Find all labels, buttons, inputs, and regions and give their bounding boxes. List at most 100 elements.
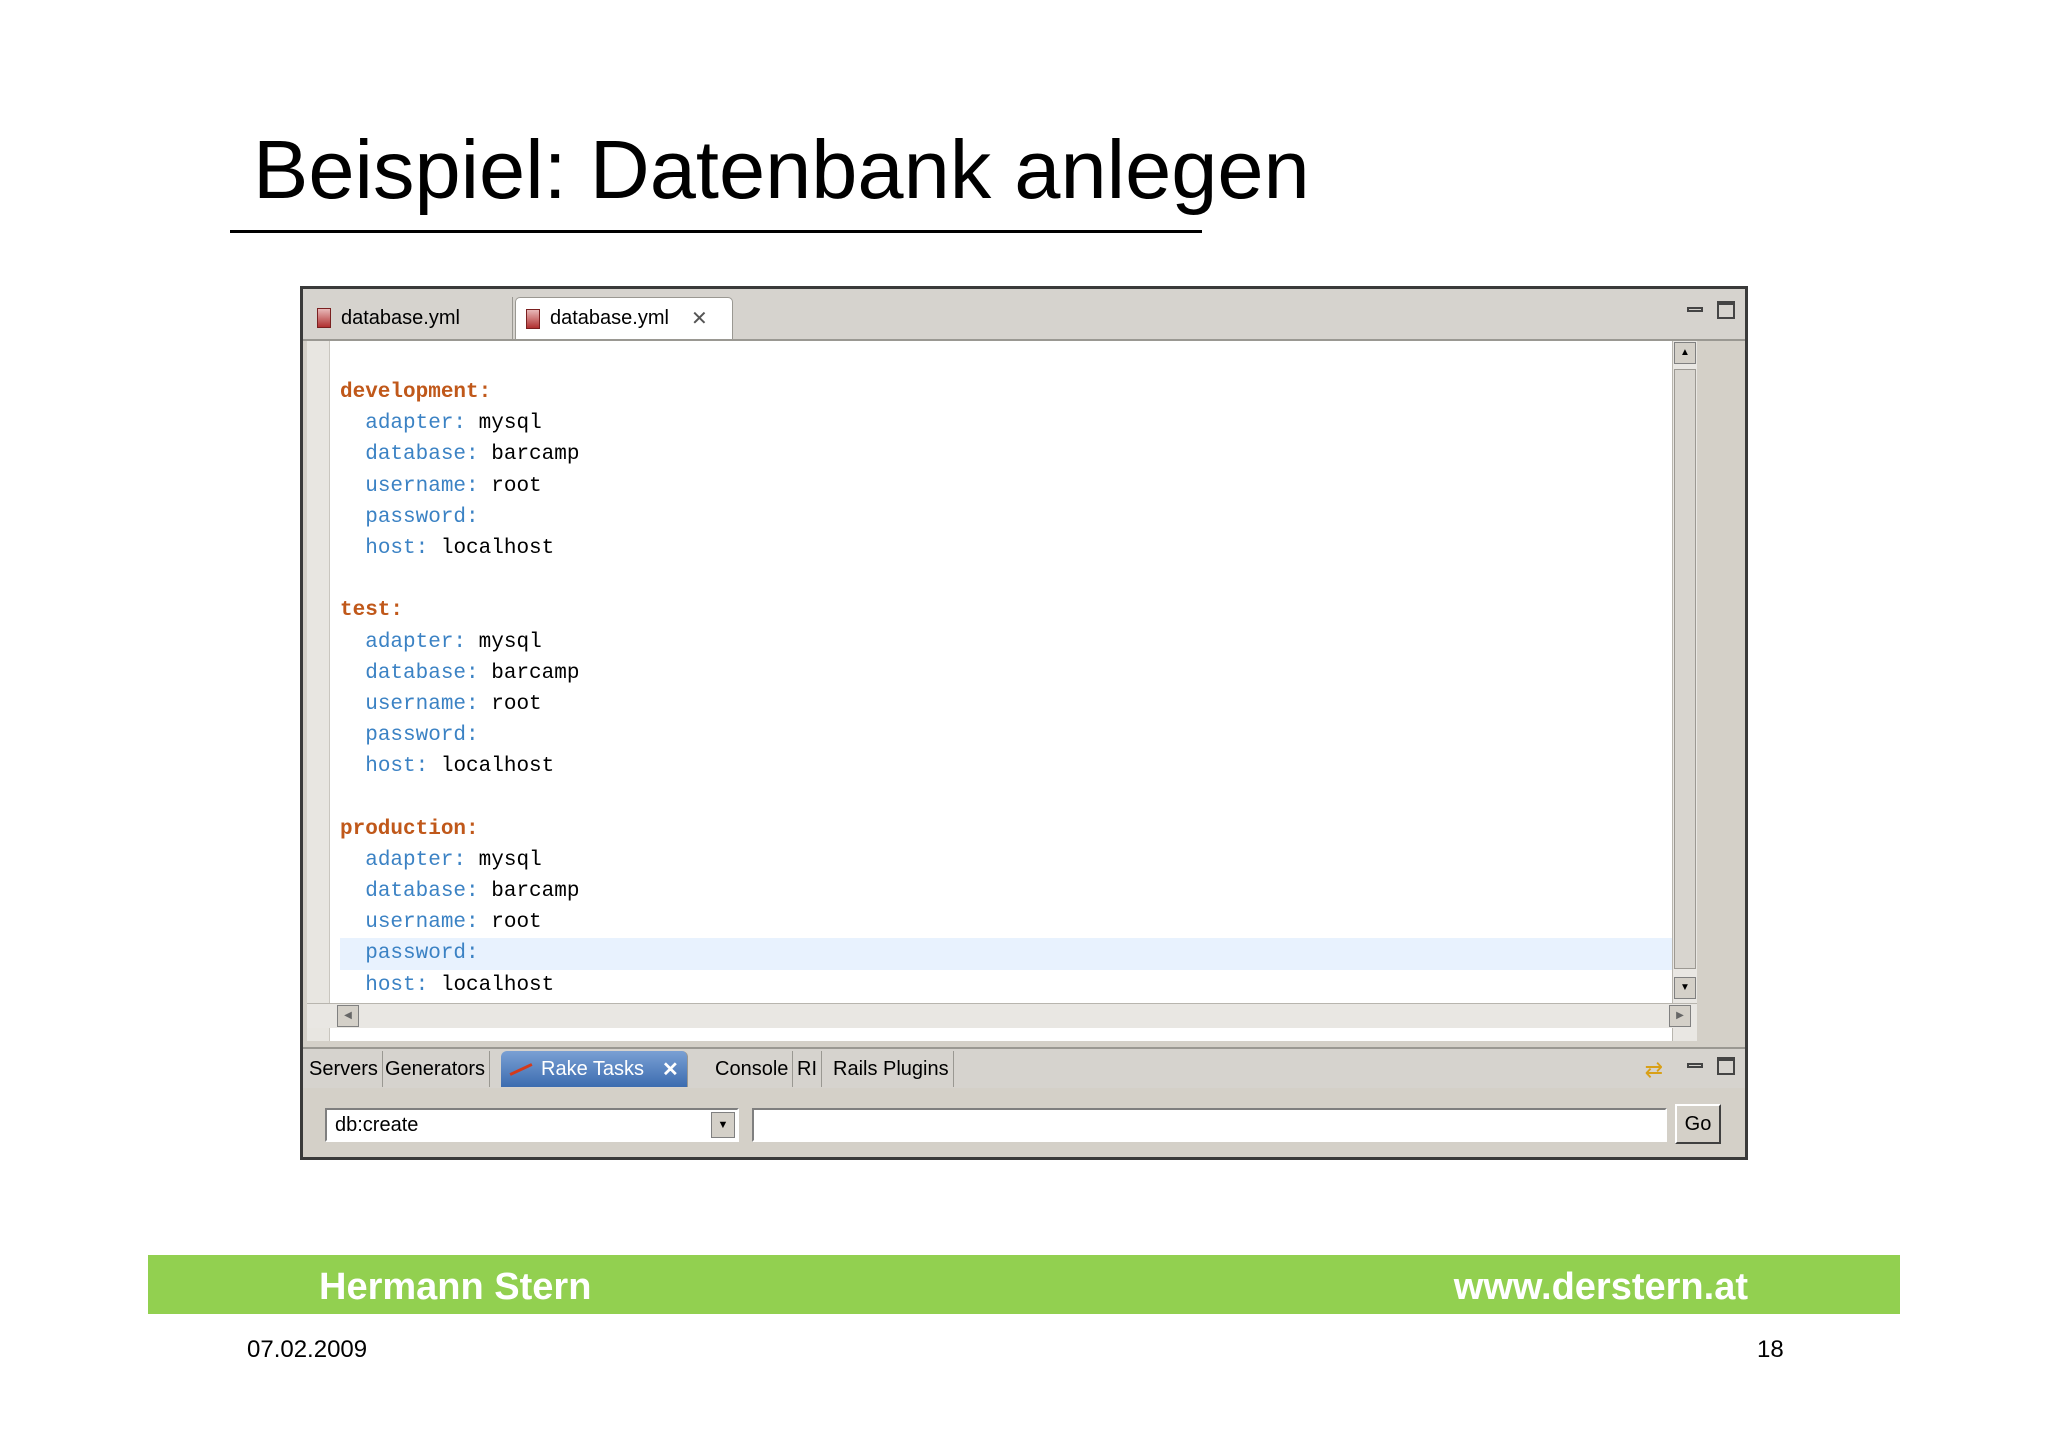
code-line[interactable]: adapter: mysql — [340, 627, 1697, 658]
tab-ri[interactable]: RI — [793, 1051, 822, 1087]
scroll-up-arrow-icon[interactable]: ▲ — [1674, 342, 1696, 364]
yaml-key: adapter: — [365, 848, 467, 872]
vertical-scrollbar[interactable]: ▲ ▼ — [1672, 341, 1697, 1041]
yml-file-icon — [526, 308, 540, 329]
close-icon[interactable]: ✕ — [662, 1057, 679, 1082]
tab-label: Console — [715, 1057, 789, 1080]
yaml-value: barcamp — [491, 443, 580, 467]
code-line[interactable]: test: — [340, 595, 1697, 626]
code-line-current[interactable]: password: — [340, 938, 1697, 970]
code-line[interactable] — [340, 782, 1697, 813]
rake-task-value: db:create — [335, 1114, 419, 1136]
yaml-value: localhost — [440, 536, 555, 560]
yaml-key: database: — [365, 661, 479, 685]
yaml-section-key: development: — [340, 381, 492, 404]
editor-ruler — [307, 341, 330, 1041]
rake-task-arguments-input[interactable] — [752, 1108, 1667, 1142]
scroll-right-arrow-icon[interactable]: ▶ — [1669, 1005, 1691, 1027]
ide-window: database.yml database.yml ✕ development:… — [300, 286, 1748, 1160]
page-number: 18 — [1757, 1336, 1784, 1363]
editor-tab-database-yml-2[interactable]: database.yml ✕ — [515, 297, 733, 339]
rake-icon — [509, 1062, 533, 1076]
yaml-value: root — [491, 474, 542, 498]
dropdown-arrow-icon[interactable]: ▼ — [711, 1112, 735, 1138]
code-line[interactable]: username: root — [340, 689, 1697, 720]
yaml-key: username: — [365, 911, 479, 935]
code-line[interactable]: password: — [340, 502, 1697, 533]
scrollbar-thumb[interactable] — [1674, 369, 1696, 969]
footer-author: Hermann Stern — [319, 1266, 592, 1308]
tab-label: Rails Plugins — [833, 1057, 949, 1080]
scroll-left-arrow-icon[interactable]: ◀ — [337, 1005, 359, 1027]
sync-icon[interactable]: ⇄ — [1645, 1057, 1663, 1083]
maximize-icon[interactable] — [1717, 1057, 1735, 1075]
tab-rails-plugins[interactable]: Rails Plugins — [829, 1051, 954, 1087]
minimize-icon[interactable] — [1687, 1063, 1703, 1068]
code-line[interactable]: database: barcamp — [340, 658, 1697, 689]
yaml-value: localhost — [440, 755, 555, 779]
yml-file-icon — [317, 308, 331, 328]
code-line[interactable]: database: barcamp — [340, 439, 1697, 470]
code-line[interactable]: password: — [340, 720, 1697, 751]
code-line[interactable]: username: root — [340, 907, 1697, 938]
footer-url: www.derstern.at — [1453, 1266, 1748, 1308]
yaml-key: adapter: — [365, 630, 467, 654]
yaml-value: root — [491, 692, 542, 716]
rake-task-select[interactable]: db:create ▼ — [325, 1108, 739, 1142]
yaml-key: host: — [365, 536, 429, 560]
yaml-value: mysql — [478, 630, 542, 654]
tab-label: Servers — [309, 1057, 378, 1080]
slide-date: 07.02.2009 — [247, 1336, 368, 1363]
editor-window-controls — [1687, 301, 1735, 319]
yaml-value: localhost — [440, 973, 555, 997]
title-underline — [230, 230, 1202, 233]
code-line[interactable]: host: localhost — [340, 533, 1697, 564]
code-line[interactable]: database: barcamp — [340, 876, 1697, 907]
code-line[interactable]: adapter: mysql — [340, 408, 1697, 439]
horizontal-scrollbar[interactable]: ◀ ▶ — [307, 1003, 1697, 1028]
code-content[interactable]: development: adapter: mysql database: ba… — [340, 377, 1697, 1001]
yaml-key: host: — [365, 973, 429, 997]
minimize-icon[interactable] — [1687, 307, 1703, 312]
editor-tab-database-yml-1[interactable]: database.yml — [307, 297, 513, 339]
yaml-key: database: — [365, 880, 479, 903]
yaml-value: mysql — [478, 412, 542, 436]
code-line[interactable]: host: localhost — [340, 970, 1697, 1001]
code-line[interactable]: adapter: mysql — [340, 845, 1697, 876]
yaml-value: root — [491, 911, 542, 935]
footer-bar: Hermann Stern www.derstern.at — [148, 1255, 1900, 1314]
yaml-section-key: test: — [340, 599, 404, 623]
yaml-value: barcamp — [491, 880, 580, 903]
view-window-controls — [1687, 1057, 1735, 1075]
code-line[interactable] — [340, 564, 1697, 595]
tab-rake-tasks[interactable]: Rake Tasks ✕ — [501, 1051, 688, 1087]
tab-servers[interactable]: Servers — [305, 1051, 383, 1087]
close-icon[interactable]: ✕ — [691, 306, 708, 331]
view-tab-bar: Servers Generators Rake Tasks ✕ Console … — [303, 1047, 1745, 1090]
code-line[interactable]: production: — [340, 814, 1697, 845]
code-line[interactable]: username: root — [340, 471, 1697, 502]
go-button[interactable]: Go — [1675, 1104, 1721, 1144]
yaml-key: username: — [365, 692, 479, 716]
yaml-key: adapter: — [365, 412, 467, 436]
yaml-key: password: — [365, 505, 479, 529]
yaml-key: password: — [365, 724, 479, 748]
editor-tab-label: database.yml — [341, 306, 460, 329]
yaml-key: host: — [365, 755, 429, 779]
yaml-key: password: — [365, 942, 479, 966]
tab-label: RI — [797, 1057, 817, 1080]
tab-generators[interactable]: Generators — [381, 1051, 491, 1087]
yaml-value: mysql — [478, 848, 542, 872]
tab-console[interactable]: Console — [711, 1051, 794, 1087]
rake-tasks-view: db:create ▼ Go — [303, 1088, 1745, 1157]
code-line[interactable]: host: localhost — [340, 751, 1697, 782]
yaml-key: username: — [365, 474, 479, 498]
maximize-icon[interactable] — [1717, 301, 1735, 319]
code-editor[interactable]: development: adapter: mysql database: ba… — [307, 341, 1697, 1041]
yaml-section-key: production: — [340, 817, 479, 841]
code-line[interactable]: development: — [340, 377, 1697, 408]
yaml-value: barcamp — [491, 661, 580, 685]
yaml-key: database: — [365, 443, 479, 467]
scroll-down-arrow-icon[interactable]: ▼ — [1674, 977, 1696, 999]
editor-tab-label: database.yml — [550, 307, 669, 329]
